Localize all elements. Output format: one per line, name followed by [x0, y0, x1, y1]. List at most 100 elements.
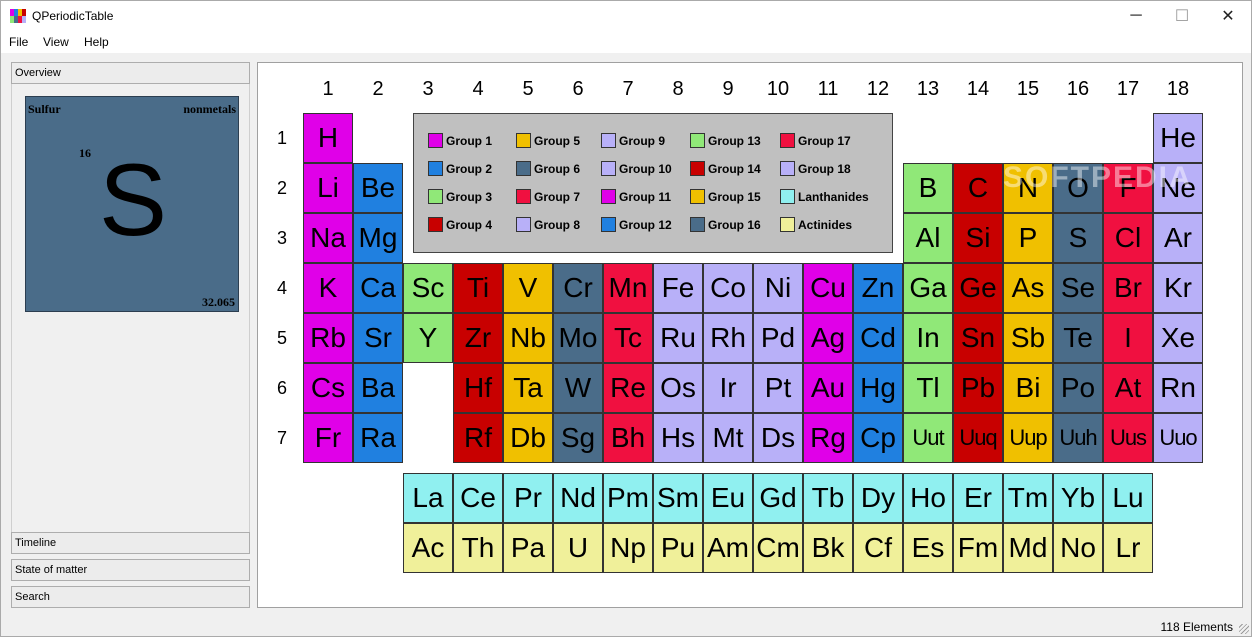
element-cell[interactable]: Cl — [1103, 213, 1153, 263]
element-cell[interactable]: Er — [953, 473, 1003, 523]
element-cell[interactable]: At — [1103, 363, 1153, 413]
element-cell[interactable]: I — [1103, 313, 1153, 363]
menu-help[interactable]: Help — [84, 35, 109, 49]
element-cell[interactable]: Si — [953, 213, 1003, 263]
element-cell[interactable]: Sb — [1003, 313, 1053, 363]
element-cell[interactable]: Zn — [853, 263, 903, 313]
element-cell[interactable]: Cu — [803, 263, 853, 313]
element-cell[interactable]: Tm — [1003, 473, 1053, 523]
element-cell[interactable]: Hs — [653, 413, 703, 463]
element-cell[interactable]: Ta — [503, 363, 553, 413]
element-cell[interactable]: Au — [803, 363, 853, 413]
element-cell[interactable]: Cm — [753, 523, 803, 573]
element-cell[interactable]: Ca — [353, 263, 403, 313]
element-cell[interactable]: Lr — [1103, 523, 1153, 573]
element-cell[interactable]: Tl — [903, 363, 953, 413]
element-cell[interactable]: Zr — [453, 313, 503, 363]
element-cell[interactable]: No — [1053, 523, 1103, 573]
element-cell[interactable]: Mn — [603, 263, 653, 313]
element-cell[interactable]: In — [903, 313, 953, 363]
element-cell[interactable]: Cd — [853, 313, 903, 363]
element-cell[interactable]: S — [1053, 213, 1103, 263]
element-cell[interactable]: Ho — [903, 473, 953, 523]
element-cell[interactable]: Ni — [753, 263, 803, 313]
element-cell[interactable]: H — [303, 113, 353, 163]
element-cell[interactable]: Bi — [1003, 363, 1053, 413]
element-cell[interactable]: Uup — [1003, 413, 1053, 463]
element-cell[interactable]: Po — [1053, 363, 1103, 413]
element-cell[interactable]: Mt — [703, 413, 753, 463]
element-cell[interactable]: Cs — [303, 363, 353, 413]
maximize-icon[interactable]: ☐ — [1159, 1, 1205, 31]
element-cell[interactable]: Cf — [853, 523, 903, 573]
element-cell[interactable]: Uuo — [1153, 413, 1203, 463]
element-cell[interactable]: Cr — [553, 263, 603, 313]
resize-grip[interactable] — [1239, 624, 1249, 634]
element-cell[interactable]: Sr — [353, 313, 403, 363]
element-cell[interactable]: Mo — [553, 313, 603, 363]
element-cell[interactable]: Sg — [553, 413, 603, 463]
element-cell[interactable]: Nb — [503, 313, 553, 363]
element-cell[interactable]: Lu — [1103, 473, 1153, 523]
tab-timeline[interactable]: Timeline — [11, 532, 250, 554]
element-cell[interactable]: Am — [703, 523, 753, 573]
element-cell[interactable]: He — [1153, 113, 1203, 163]
tab-search[interactable]: Search — [11, 586, 250, 608]
element-cell[interactable]: Uuq — [953, 413, 1003, 463]
tab-overview[interactable]: Overview — [11, 62, 250, 84]
element-cell[interactable]: Pt — [753, 363, 803, 413]
element-cell[interactable]: Br — [1103, 263, 1153, 313]
element-cell[interactable]: Uuh — [1053, 413, 1103, 463]
element-cell[interactable]: Rb — [303, 313, 353, 363]
element-cell[interactable]: Rn — [1153, 363, 1203, 413]
element-cell[interactable]: Bk — [803, 523, 853, 573]
element-cell[interactable]: Na — [303, 213, 353, 263]
element-cell[interactable]: Db — [503, 413, 553, 463]
element-cell[interactable]: Bh — [603, 413, 653, 463]
element-cell[interactable]: Fr — [303, 413, 353, 463]
element-cell[interactable]: Kr — [1153, 263, 1203, 313]
element-cell[interactable]: Ge — [953, 263, 1003, 313]
element-cell[interactable]: Se — [1053, 263, 1103, 313]
element-cell[interactable]: Ds — [753, 413, 803, 463]
element-cell[interactable]: Es — [903, 523, 953, 573]
element-cell[interactable]: Pa — [503, 523, 553, 573]
element-cell[interactable]: Tc — [603, 313, 653, 363]
element-cell[interactable]: Pb — [953, 363, 1003, 413]
element-cell[interactable]: Te — [1053, 313, 1103, 363]
element-cell[interactable]: Y — [403, 313, 453, 363]
element-cell[interactable]: Mg — [353, 213, 403, 263]
element-cell[interactable]: Pm — [603, 473, 653, 523]
element-cell[interactable]: Cp — [853, 413, 903, 463]
element-cell[interactable]: Uut — [903, 413, 953, 463]
minimize-icon[interactable]: ─ — [1113, 1, 1159, 31]
element-cell[interactable]: Ar — [1153, 213, 1203, 263]
tab-state-of-matter[interactable]: State of matter — [11, 559, 250, 581]
element-cell[interactable]: Ti — [453, 263, 503, 313]
element-cell[interactable]: Be — [353, 163, 403, 213]
element-cell[interactable]: Al — [903, 213, 953, 263]
menu-file[interactable]: File — [9, 35, 28, 49]
element-cell[interactable]: Ra — [353, 413, 403, 463]
element-cell[interactable]: Th — [453, 523, 503, 573]
close-icon[interactable]: ✕ — [1205, 1, 1251, 31]
element-cell[interactable]: Np — [603, 523, 653, 573]
element-cell[interactable]: Md — [1003, 523, 1053, 573]
element-cell[interactable]: Re — [603, 363, 653, 413]
element-cell[interactable]: Rh — [703, 313, 753, 363]
element-cell[interactable]: Sn — [953, 313, 1003, 363]
element-cell[interactable]: Dy — [853, 473, 903, 523]
element-cell[interactable]: As — [1003, 263, 1053, 313]
element-cell[interactable]: Fe — [653, 263, 703, 313]
element-cell[interactable]: Co — [703, 263, 753, 313]
element-cell[interactable]: U — [553, 523, 603, 573]
element-cell[interactable]: Pd — [753, 313, 803, 363]
element-cell[interactable]: Uus — [1103, 413, 1153, 463]
element-cell[interactable]: Ba — [353, 363, 403, 413]
element-cell[interactable]: K — [303, 263, 353, 313]
element-cell[interactable]: Fm — [953, 523, 1003, 573]
element-cell[interactable]: Tb — [803, 473, 853, 523]
element-cell[interactable]: Os — [653, 363, 703, 413]
element-cell[interactable]: Hg — [853, 363, 903, 413]
element-cell[interactable]: Sm — [653, 473, 703, 523]
